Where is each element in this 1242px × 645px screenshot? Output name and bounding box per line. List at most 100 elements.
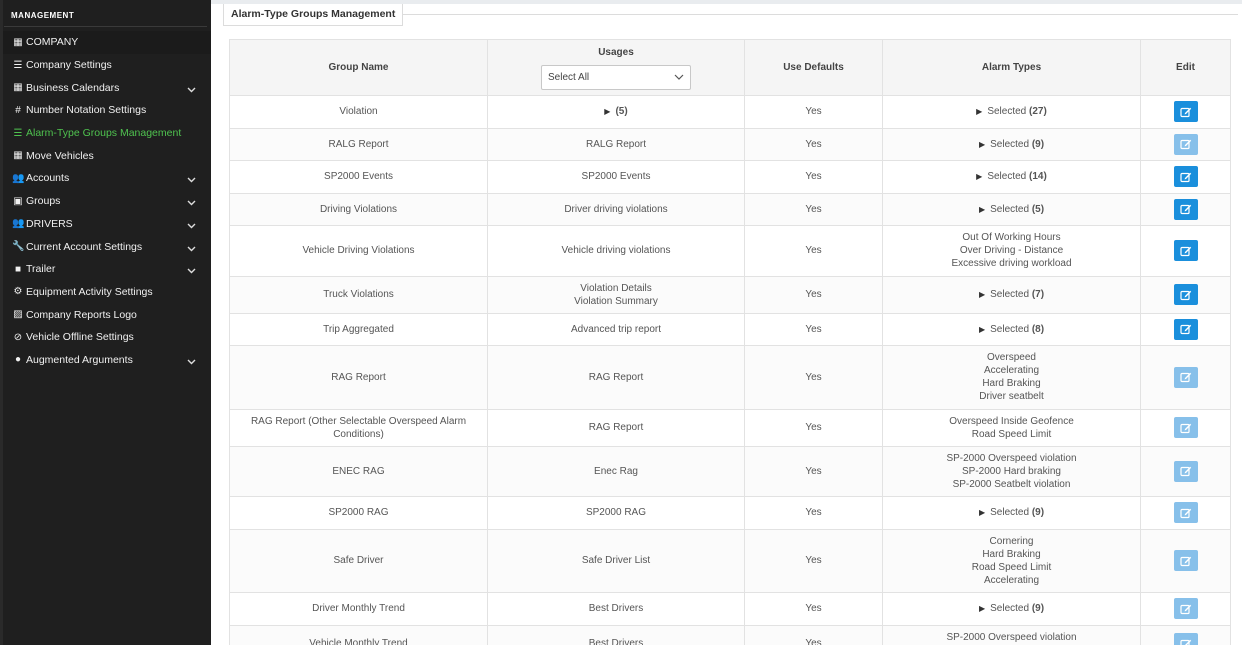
chevron-down-icon[interactable] [187,220,196,229]
users-icon: 👥 [12,218,25,230]
table-row: Driver Monthly Trend Best Drivers Yes ▶ Sele… [229,592,1231,626]
edit-button[interactable] [1173,366,1198,388]
cell-use-defaults: Yes [744,592,883,626]
cell-alarm-types: SP-2000 Overspeed violationSP-2000 Hard … [882,624,1141,645]
cell-usages: Driver driving violations [487,192,745,226]
sidebar-item-label: Vehicle Offline Settings [26,331,134,344]
edit-button[interactable] [1173,460,1198,482]
edit-button[interactable] [1173,417,1198,438]
chevron-down-icon[interactable] [187,84,196,93]
sidebar-item-company-settings[interactable]: ☰ Company Settings [0,54,211,77]
usages-count[interactable]: (5) [615,106,627,117]
sidebar-item-groups[interactable]: ▣ Groups [0,190,211,213]
alarm-selected-count[interactable]: (9) [1032,139,1044,150]
sidebar-menu: ▦ COMPANY ☰ Company Settings ▦ Business Calen… [0,30,211,371]
edit-icon [1179,323,1192,335]
sidebar-item-current-account-settings[interactable]: 🔧 Current Account Settings [0,235,211,258]
cell-line: Cornering [989,535,1034,547]
sidebar-item-accounts[interactable]: 👥 Accounts [0,167,211,190]
expand-triangle-icon[interactable]: ▶ [976,105,982,118]
sidebar-item-augmented-arguments[interactable]: ● Augmented Arguments [0,349,211,372]
chevron-down-icon[interactable] [187,356,196,365]
calendar-icon: ▦ [13,82,23,94]
cell-usages: Enec Rag [487,445,745,497]
cell-usages: ▶ (5) [487,95,745,129]
edit-button[interactable] [1173,240,1198,262]
alarm-selected-count[interactable]: (14) [1029,171,1047,182]
alarm-selected-label[interactable]: Selected [990,204,1029,215]
cell-group-name: SP2000 Events [229,160,488,194]
chevron-down-icon[interactable] [187,197,196,206]
sidebar-item-company[interactable]: ▦ COMPANY [0,31,211,54]
cell-use-defaults: Yes [744,95,883,129]
sidebar-item-label: Business Calendars [26,81,120,94]
expand-triangle-icon[interactable]: ▶ [979,506,985,519]
sidebar-item-label: Move Vehicles [26,149,94,162]
sidebar-item-drivers[interactable]: 👥 DRIVERS [0,213,211,236]
alarm-selected-label[interactable]: Selected [987,171,1026,182]
expand-triangle-icon[interactable]: ▶ [976,170,982,183]
cell-use-defaults: Yes [744,496,883,530]
sidebar-item-alarm-type-groups-management[interactable]: ☰ Alarm-Type Groups Management [0,122,211,145]
edit-button[interactable] [1173,550,1198,572]
sidebar-item-vehicle-offline-settings[interactable]: ⊘ Vehicle Offline Settings [0,326,211,349]
wrench-icon: 🔧 [12,241,25,253]
edit-button[interactable] [1173,101,1198,123]
cell-line: Road Speed Limit [971,428,1052,440]
cell-group-name: SP2000 RAG [229,496,488,530]
cell-line: SP2000 Events [581,171,651,183]
edit-button[interactable] [1173,166,1198,188]
edit-button[interactable] [1173,598,1198,620]
edit-button[interactable] [1173,133,1198,155]
column-header-edit: Edit [1140,39,1231,96]
edit-button[interactable] [1173,198,1198,220]
alarm-selected-label[interactable]: Selected [987,106,1026,117]
table-row: Vehicle Monthly Trend Best Drivers Yes SP-2… [229,624,1231,645]
alarm-selected-label[interactable]: Selected [990,139,1029,150]
cell-use-defaults: Yes [744,192,883,226]
alarm-selected-count[interactable]: (27) [1029,106,1047,117]
expand-triangle-icon[interactable]: ▶ [604,105,610,118]
alarm-selected-label[interactable]: Selected [990,289,1029,300]
expand-triangle-icon[interactable]: ▶ [979,602,985,615]
table-row: RAG Report RAG Report Yes Overspeed Accelera… [229,345,1231,410]
usages-select[interactable]: Select All [541,64,691,90]
chevron-down-icon[interactable] [187,174,196,183]
edit-button[interactable] [1173,502,1198,524]
expand-triangle-icon[interactable]: ▶ [979,138,985,151]
cell-line: Accelerating [983,574,1040,586]
alarm-selected-count[interactable]: (9) [1032,507,1044,518]
expand-triangle-icon[interactable]: ▶ [979,323,985,336]
cell-use-defaults: Yes [744,275,883,314]
edit-button[interactable] [1173,318,1198,340]
sidebar-item-business-calendars[interactable]: ▦ Business Calendars [0,76,211,99]
alarm-selected-count[interactable]: (8) [1032,324,1044,335]
sidebar-item-number-notation-settings[interactable]: # Number Notation Settings [0,99,211,122]
edit-button[interactable] [1173,284,1198,305]
cell-group-name: RAG Report [229,345,488,410]
cell-line: Accelerating [983,365,1040,377]
alarm-selected-label[interactable]: Selected [990,603,1029,614]
edit-button[interactable] [1173,633,1198,645]
chevron-down-icon[interactable] [187,265,196,274]
expand-triangle-icon[interactable]: ▶ [979,203,985,216]
chevron-down-icon[interactable] [187,243,196,252]
alarm-selected-count[interactable]: (9) [1032,603,1044,614]
main-content: Alarm-Type Groups Management Group Name … [211,4,1242,645]
sidebar-item-equipment-activity-settings[interactable]: ⚙ Equipment Activity Settings [0,281,211,304]
cell-line: Over Driving - Distance [959,245,1064,257]
expand-triangle-icon[interactable]: ▶ [979,288,985,301]
cell-line: Out Of Working Hours [962,232,1061,244]
cell-alarm-types: ▶ Selected (5) [882,192,1141,226]
sidebar-item-trailer[interactable]: ■ Trailer [0,258,211,281]
alarm-groups-table-wrap: Group Name Usages Select All Use Default… [229,39,1231,645]
sidebar-item-move-vehicles[interactable]: ▦ Move Vehicles [0,144,211,167]
sidebar-item-company-reports-logo[interactable]: ▨ Company Reports Logo [0,303,211,326]
alarm-selected-label[interactable]: Selected [990,324,1029,335]
object-group-icon: ▣ [13,195,23,207]
edit-icon [1179,138,1192,150]
sidebar-item-label: Equipment Activity Settings [26,285,153,298]
alarm-selected-label[interactable]: Selected [990,507,1029,518]
alarm-selected-count[interactable]: (7) [1032,289,1044,300]
alarm-selected-count[interactable]: (5) [1032,204,1044,215]
